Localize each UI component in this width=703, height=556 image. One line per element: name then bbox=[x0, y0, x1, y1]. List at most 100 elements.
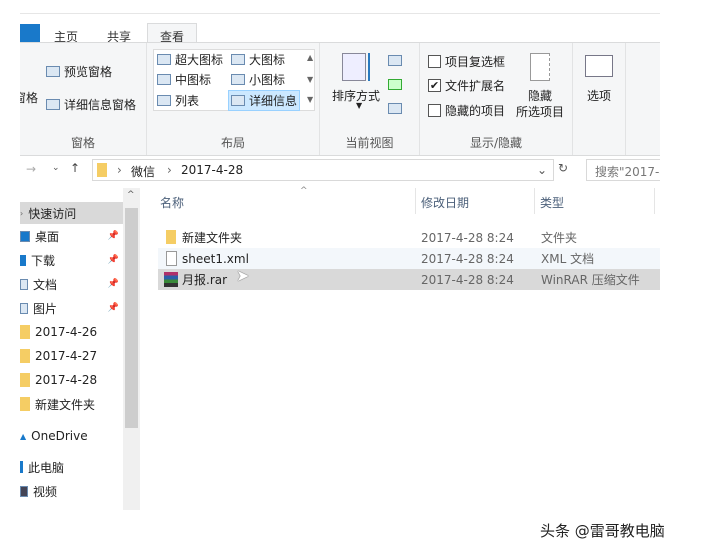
sidebar-item-documents[interactable]: 文档 📌 bbox=[20, 273, 123, 295]
layout-large[interactable]: 大图标 bbox=[231, 51, 285, 68]
sidebar-item-desktop[interactable]: 桌面 📌 bbox=[20, 225, 123, 247]
search-input[interactable]: 搜索"2017-4-28" bbox=[586, 159, 660, 181]
layout-small[interactable]: 小图标 bbox=[231, 71, 285, 88]
label: 2017-4-27 bbox=[35, 349, 98, 363]
label: 桌面 bbox=[35, 229, 60, 244]
sidebar-quick-access[interactable]: › 快速访问 bbox=[20, 202, 123, 224]
file-extensions-toggle[interactable]: ✔ 文件扩展名 bbox=[428, 77, 505, 94]
scroll-down-icon[interactable]: ▼ bbox=[307, 75, 313, 84]
preview-pane-button[interactable]: 预览窗格 bbox=[46, 63, 112, 80]
pin-icon: 📌 bbox=[107, 279, 119, 289]
folder-icon bbox=[20, 373, 30, 387]
group-label: 布局 bbox=[220, 136, 245, 150]
nav-pane-button[interactable]: 窗格 bbox=[20, 89, 38, 106]
sidebar-item-folder[interactable]: 2017-4-26 bbox=[20, 321, 123, 343]
address-bar[interactable]: › 微信 › 2017-4-28 ⌄ bbox=[92, 159, 554, 181]
forward-icon[interactable]: → bbox=[26, 162, 36, 176]
file-row-hover[interactable]: 月报.rar 2017-4-28 8:24 WinRAR 压缩文件 bbox=[158, 269, 660, 290]
folder-icon bbox=[166, 230, 176, 244]
checkbox-checked[interactable]: ✔ bbox=[428, 79, 441, 92]
label: 新建文件夹 bbox=[35, 397, 96, 412]
pictures-icon bbox=[20, 302, 28, 314]
breadcrumb-current[interactable]: 2017-4-28 bbox=[181, 163, 243, 177]
sidebar-scrollbar[interactable]: ^ bbox=[123, 188, 140, 510]
sidebar-item-folder[interactable]: 新建文件夹 bbox=[20, 393, 123, 415]
breadcrumb-sep: › bbox=[117, 163, 122, 177]
column-date[interactable]: 修改日期 bbox=[421, 194, 469, 211]
layout-extra-large[interactable]: 超大图标 bbox=[157, 51, 223, 68]
recent-locations-icon[interactable]: ⌄ bbox=[52, 163, 60, 173]
options-button[interactable]: 选项 bbox=[587, 87, 611, 104]
details-pane-icon bbox=[46, 99, 60, 110]
file-row[interactable]: sheet1.xml 2017-4-28 8:24 XML 文档 bbox=[158, 248, 660, 269]
group-by-icon[interactable] bbox=[388, 55, 402, 66]
up-icon[interactable]: ↑ bbox=[70, 161, 80, 175]
column-divider[interactable] bbox=[415, 188, 416, 214]
checkbox[interactable] bbox=[428, 55, 441, 68]
label: 项目复选框 bbox=[445, 55, 506, 69]
column-name[interactable]: 名称 bbox=[160, 194, 184, 211]
chevron-down-icon: ▼ bbox=[356, 101, 363, 110]
sidebar-item-folder[interactable]: 2017-4-27 bbox=[20, 345, 123, 367]
label: 详细信息 bbox=[249, 94, 298, 108]
label: 列表 bbox=[175, 94, 200, 108]
group-label: 显示/隐藏 bbox=[469, 136, 523, 150]
sidebar-item-pictures[interactable]: 图片 📌 bbox=[20, 297, 123, 319]
breadcrumb-wechat[interactable]: 微信 bbox=[131, 163, 155, 180]
sidebar-item-folder[interactable]: 2017-4-28 bbox=[20, 369, 123, 391]
scrollbar-thumb[interactable] bbox=[125, 208, 138, 428]
label: 快速访问 bbox=[28, 206, 77, 221]
file-name: 新建文件夹 bbox=[182, 231, 243, 245]
hidden-items-toggle[interactable]: 隐藏的项目 bbox=[428, 102, 505, 119]
scroll-up-icon[interactable]: ^ bbox=[127, 190, 135, 200]
hide-selected-label-1[interactable]: 隐藏 bbox=[528, 87, 552, 104]
label: 小图标 bbox=[249, 73, 286, 87]
size-columns-icon[interactable] bbox=[388, 103, 402, 114]
file-name: sheet1.xml bbox=[182, 251, 249, 266]
mouse-cursor-icon: ➤ bbox=[236, 266, 250, 285]
column-type[interactable]: 类型 bbox=[540, 194, 564, 211]
group-options: 选项 bbox=[573, 43, 626, 155]
layout-list[interactable]: 列表 bbox=[157, 92, 199, 109]
layout-medium[interactable]: 中图标 bbox=[157, 71, 211, 88]
videos-icon bbox=[20, 485, 28, 497]
file-row[interactable]: 新建文件夹 2017-4-28 8:24 文件夹 bbox=[158, 227, 660, 248]
item-checkboxes-toggle[interactable]: 项目复选框 bbox=[428, 53, 505, 70]
column-divider[interactable] bbox=[534, 188, 535, 214]
expand-gallery-icon[interactable]: ▼ bbox=[307, 95, 313, 104]
layout-details[interactable]: 详细信息 bbox=[228, 90, 301, 111]
checkbox[interactable] bbox=[428, 104, 441, 117]
details-pane-button[interactable]: 详细信息窗格 bbox=[46, 96, 136, 113]
onedrive-icon: ▲ bbox=[20, 431, 27, 441]
refresh-icon[interactable]: ↻ bbox=[558, 161, 568, 175]
scroll-up-icon[interactable]: ▲ bbox=[307, 53, 313, 62]
hide-selected-label-2[interactable]: 所选项目 bbox=[516, 103, 564, 120]
icon bbox=[231, 54, 245, 65]
chevron-down-icon[interactable]: ⌄ bbox=[537, 163, 547, 177]
label: 此电脑 bbox=[28, 460, 65, 475]
icon bbox=[231, 95, 245, 106]
file-type: WinRAR 压缩文件 bbox=[541, 273, 640, 287]
sidebar-this-pc[interactable]: 此电脑 bbox=[20, 456, 123, 478]
sidebar-onedrive[interactable]: ▲ OneDrive bbox=[20, 425, 123, 447]
documents-icon bbox=[20, 278, 28, 290]
label: 超大图标 bbox=[175, 53, 224, 67]
icon bbox=[157, 95, 171, 106]
group-label: 当前视图 bbox=[345, 136, 394, 150]
column-divider[interactable] bbox=[654, 188, 655, 214]
sidebar-videos[interactable]: 视频 bbox=[20, 480, 123, 502]
file-explorer-window: 主页 共享 查看 窗格 预览窗格 详细信息窗格 窗格 超大图标 大图标 中图标 … bbox=[20, 8, 660, 510]
file-name: 月报.rar bbox=[182, 273, 228, 287]
sidebar-item-downloads[interactable]: 下载 📌 bbox=[20, 249, 123, 271]
sort-ascending-icon: ^ bbox=[300, 186, 308, 196]
label: 隐藏的项目 bbox=[445, 104, 506, 118]
label: 大图标 bbox=[249, 53, 286, 67]
title-bar bbox=[20, 8, 660, 14]
winrar-icon bbox=[164, 272, 178, 287]
sort-icon bbox=[342, 53, 366, 81]
group-label: 窗格 bbox=[70, 136, 95, 150]
folder-icon bbox=[20, 325, 30, 339]
add-columns-icon[interactable] bbox=[388, 79, 402, 90]
file-type: 文件夹 bbox=[541, 231, 578, 245]
file-list: ^ 名称 修改日期 类型 新建文件夹 2017-4-28 8:24 文件夹 sh… bbox=[140, 186, 660, 510]
